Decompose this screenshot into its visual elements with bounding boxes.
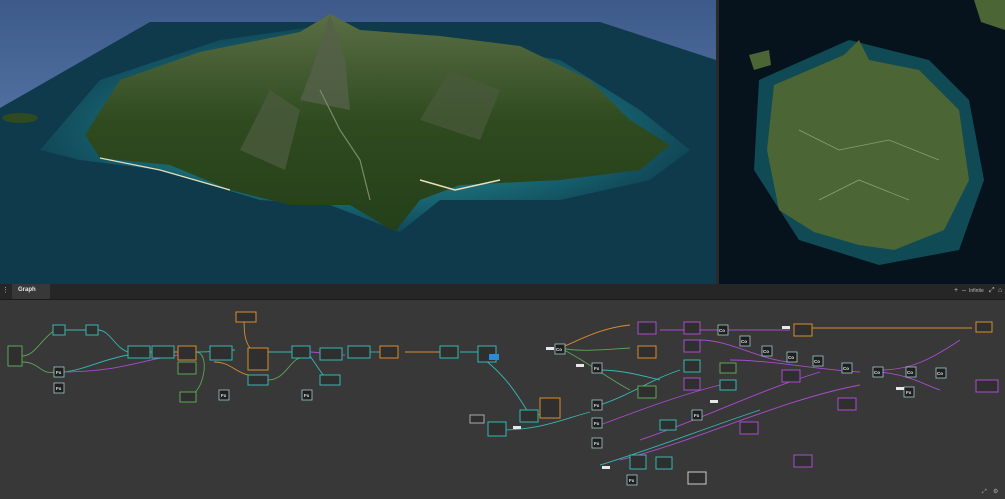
graph-node[interactable] [539,397,561,419]
graph-node[interactable] [291,345,311,359]
co-label: Co [556,347,562,352]
terrain-3d-render [0,0,716,284]
graph-node[interactable] [52,324,66,336]
co-label: Co [907,370,913,375]
graph-node[interactable] [719,362,737,374]
fx-label: Fx [629,478,635,483]
fx-label: Fx [221,393,227,398]
minus-icon[interactable]: – [962,287,966,295]
co-label: Co [874,370,880,375]
graph-node[interactable] [179,391,197,403]
mode-label[interactable]: Infinite [969,287,984,295]
terrain-2d-render [719,0,1005,284]
home-icon[interactable]: ⌂ [998,287,1002,295]
graph-node[interactable] [975,321,993,333]
graph-node[interactable] [247,347,269,371]
top-down-viewport[interactable] [719,0,1005,284]
co-label: Co [843,366,849,371]
graph-node[interactable] [127,345,151,359]
fx-label: Fx [594,421,600,426]
graph-panel: ⋮ Graph + – Infinite ⤢ ⌂ Fx Fx Fx Fx Fx … [0,284,1005,499]
graph-node[interactable] [85,324,99,336]
graph-node[interactable] [347,345,371,359]
graph-node[interactable] [151,345,175,359]
graph-node[interactable] [719,379,737,391]
co-label: Co [719,328,725,333]
fx-label: Fx [694,413,700,418]
graph-node[interactable] [781,369,801,383]
menu-icon[interactable]: ⋮ [2,287,9,295]
fit-view-icon[interactable]: ⤢ [989,287,995,295]
co-label: Co [814,359,820,364]
fx-label: Fx [594,403,600,408]
fx-label: Fx [56,370,62,375]
graph-node[interactable] [177,361,197,375]
input-port[interactable] [896,387,904,390]
graph-node[interactable] [469,414,485,424]
graph-node[interactable] [683,339,701,353]
input-port[interactable] [546,347,554,350]
settings-icon[interactable]: ⚙ [993,488,998,495]
perspective-viewport[interactable] [0,0,716,284]
co-label: Co [788,355,794,360]
input-port[interactable] [602,466,610,469]
graph-node[interactable] [629,454,647,470]
fx-label: Fx [304,393,310,398]
graph-node[interactable] [683,321,701,335]
graph-node[interactable] [379,345,399,359]
fx-label: Fx [594,441,600,446]
resize-icon[interactable]: ⤢ [982,488,987,495]
graph-node[interactable] [687,471,707,485]
preview-output[interactable] [489,354,499,360]
graph-node[interactable] [637,385,657,399]
graph-node[interactable] [487,421,507,437]
input-port[interactable] [782,326,790,329]
node-graph-canvas[interactable]: Fx Fx Fx Fx Fx Fx Fx Fx Fx Fx Fx Co Co C… [0,300,1005,499]
tab-graph[interactable]: Graph [12,284,50,299]
input-port[interactable] [576,364,584,367]
fx-label: Fx [56,386,62,391]
graph-node[interactable] [637,345,657,359]
graph-node[interactable] [837,397,857,411]
plus-icon[interactable]: + [954,287,958,295]
graph-node[interactable] [319,374,341,386]
graph-node[interactable] [177,345,197,361]
graph-node[interactable] [247,374,269,386]
input-port[interactable] [710,400,718,403]
graph-node[interactable] [519,409,539,423]
graph-node[interactable] [655,456,673,470]
graph-node[interactable] [975,379,999,393]
graph-header: ⋮ Graph + – Infinite ⤢ ⌂ [0,284,1005,300]
graph-node[interactable] [637,321,657,335]
graph-node[interactable] [319,347,343,361]
input-port[interactable] [513,426,521,429]
graph-node[interactable] [7,345,23,367]
co-label: Co [741,339,747,344]
graph-node[interactable] [793,323,813,337]
fx-label: Fx [594,366,600,371]
graph-node[interactable] [439,345,459,359]
graph-node[interactable] [659,419,677,431]
graph-node[interactable] [209,345,233,361]
graph-node[interactable] [683,377,701,391]
tab-graph-label: Graph [18,287,36,293]
co-label: Co [937,371,943,376]
graph-node[interactable] [683,359,701,373]
wires [21,313,972,466]
fx-label: Fx [906,390,912,395]
graph-node[interactable] [235,311,257,323]
graph-node[interactable] [793,454,813,468]
co-label: Co [763,349,769,354]
graph-node[interactable] [739,421,759,435]
node-group-left [7,311,539,437]
